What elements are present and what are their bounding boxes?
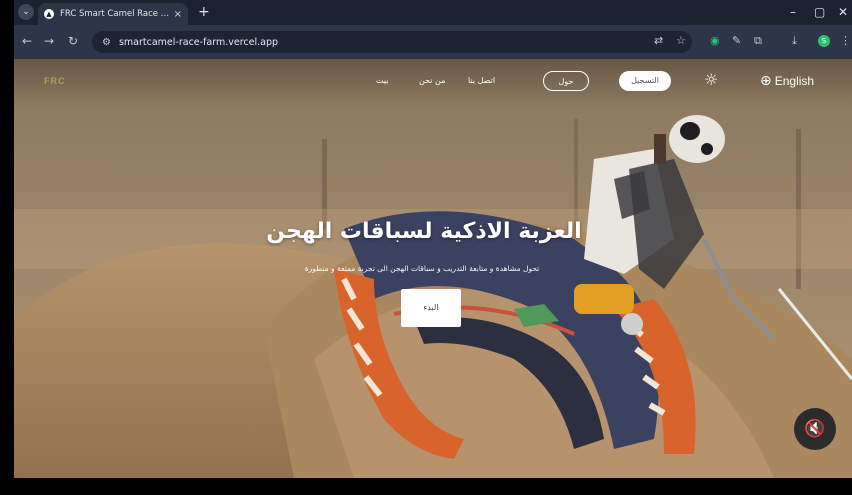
nav-link-about-us[interactable]: من نحن <box>419 76 445 85</box>
browser-tab[interactable]: ▲ FRC Smart Camel Race Farm × <box>38 3 188 25</box>
globe-icon: ⊕ <box>760 73 772 89</box>
reload-icon[interactable]: ↻ <box>68 34 78 48</box>
close-window-icon[interactable]: ✕ <box>838 4 848 20</box>
language-label: English <box>774 74 815 88</box>
web-page: FRC بيت من نحن اتصل بنا حول التسجيل ☼ ⊕ … <box>14 59 852 478</box>
back-icon[interactable]: ← <box>22 34 32 48</box>
extensions-puzzle-icon[interactable]: ⧉ <box>754 34 762 48</box>
extension-icon[interactable]: ◉ <box>710 34 720 48</box>
get-started-button[interactable]: البدء <box>401 289 461 327</box>
tab-search-icon[interactable]: ⌄ <box>18 4 34 20</box>
browser-menu-icon[interactable]: ⋮ <box>840 34 851 47</box>
site-info-icon[interactable]: ⚙ <box>102 37 111 48</box>
browser-screen: ⌄ ▲ FRC Smart Camel Race Farm × + – ▢ ✕ … <box>14 0 852 478</box>
hero-subtitle: تحول مشاهدة و متابعة التدريب و سباقات ال… <box>304 264 540 273</box>
forward-icon[interactable]: → <box>44 34 54 48</box>
tab-close-icon[interactable]: × <box>174 9 182 20</box>
browser-toolbar: ← → ↻ ⚙ smartcamel-race-farm.vercel.app … <box>14 25 852 59</box>
restore-icon[interactable]: ▢ <box>814 4 825 20</box>
profile-avatar[interactable]: S <box>818 35 830 47</box>
translate-icon[interactable]: ⇄ <box>654 34 663 48</box>
nav-link-home[interactable]: بيت <box>376 76 389 85</box>
site-favicon-icon: ▲ <box>44 9 54 19</box>
sun-icon[interactable]: ☼ <box>704 70 718 90</box>
new-tab-button[interactable]: + <box>198 4 210 20</box>
letterbox-bar <box>0 478 852 495</box>
about-button[interactable]: حول <box>543 71 589 91</box>
language-switch[interactable]: ⊕ English <box>760 73 814 89</box>
hero-title: العزبة الاذكية لسباقات الهجن <box>266 219 582 244</box>
nav-link-contact[interactable]: اتصل بنا <box>468 76 495 85</box>
address-bar[interactable]: ⚙ smartcamel-race-farm.vercel.app <box>92 31 692 53</box>
site-navbar: FRC بيت من نحن اتصل بنا حول التسجيل ☼ ⊕ … <box>14 59 852 109</box>
tab-strip: ⌄ ▲ FRC Smart Camel Race Farm × + – ▢ ✕ <box>14 0 852 25</box>
site-logo[interactable]: FRC <box>44 76 66 86</box>
tab-title: FRC Smart Camel Race Farm <box>60 9 170 19</box>
mute-icon[interactable]: 🔇 <box>794 408 836 450</box>
address-url[interactable]: smartcamel-race-farm.vercel.app <box>119 37 278 48</box>
minimize-icon[interactable]: – <box>790 4 796 20</box>
download-icon[interactable]: ⤓ <box>792 34 797 48</box>
pen-icon[interactable]: ✎ <box>732 34 741 48</box>
bookmark-star-icon[interactable]: ☆ <box>676 34 686 48</box>
register-button[interactable]: التسجيل <box>619 71 671 91</box>
